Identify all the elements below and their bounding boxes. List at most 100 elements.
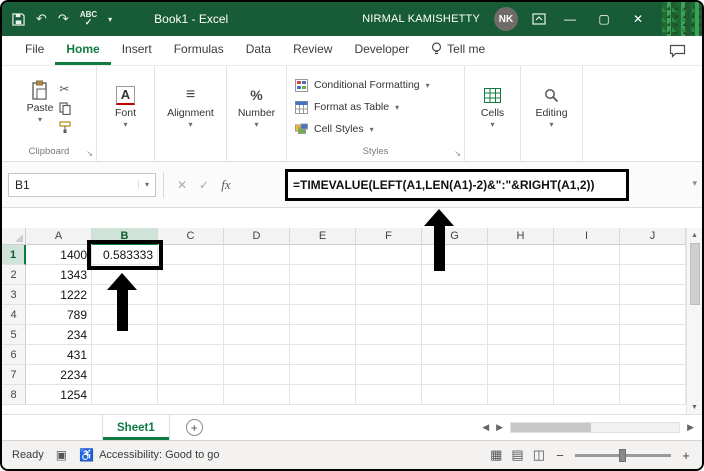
cell-a2[interactable]: 1343	[26, 265, 92, 285]
cell[interactable]	[158, 385, 224, 405]
confirm-entry-icon[interactable]: ✓	[193, 178, 215, 192]
cell[interactable]	[422, 285, 488, 305]
cell[interactable]	[290, 345, 356, 365]
cell-a7[interactable]: 2234	[26, 365, 92, 385]
avatar[interactable]: NK	[494, 7, 518, 31]
editing-button[interactable]: Editing ▾	[535, 85, 568, 129]
paste-button[interactable]: Paste ▾	[27, 80, 53, 124]
cell[interactable]	[356, 245, 422, 265]
cell[interactable]	[224, 265, 290, 285]
cell-a4[interactable]: 789	[26, 305, 92, 325]
select-all-corner[interactable]	[2, 228, 26, 245]
scroll-right-icon[interactable]: ▶	[496, 422, 503, 433]
cell-a3[interactable]: 1222	[26, 285, 92, 305]
accessibility-status[interactable]: ♿ Accessibility: Good to go	[79, 448, 219, 462]
close-button[interactable]: ✕	[628, 12, 648, 26]
horizontal-scroll-thumb[interactable]	[511, 423, 592, 432]
cell[interactable]	[488, 325, 554, 345]
cell[interactable]	[158, 325, 224, 345]
cell[interactable]	[422, 305, 488, 325]
cell[interactable]	[554, 325, 620, 345]
conditional-formatting-button[interactable]: Conditional Formatting ▾	[291, 75, 460, 96]
row-header-4[interactable]: 4	[2, 305, 26, 325]
column-header-a[interactable]: A	[26, 228, 92, 245]
cell[interactable]	[488, 245, 554, 265]
cell[interactable]	[356, 285, 422, 305]
minimize-button[interactable]: —	[560, 12, 580, 26]
cell[interactable]	[356, 265, 422, 285]
cell[interactable]	[224, 245, 290, 265]
cell[interactable]	[422, 385, 488, 405]
comments-icon[interactable]	[669, 36, 686, 65]
cell[interactable]	[224, 385, 290, 405]
cell[interactable]	[620, 265, 686, 285]
cell[interactable]	[224, 345, 290, 365]
vertical-scroll-thumb[interactable]	[689, 243, 700, 305]
cell[interactable]	[158, 345, 224, 365]
cell[interactable]	[488, 385, 554, 405]
maximize-button[interactable]: ▢	[594, 12, 614, 26]
scroll-up-icon[interactable]: ▲	[691, 228, 698, 242]
cell[interactable]	[422, 325, 488, 345]
cell[interactable]	[290, 305, 356, 325]
column-header-j[interactable]: J	[620, 228, 686, 245]
insert-function-icon[interactable]: fx	[215, 177, 237, 193]
tab-insert[interactable]: Insert	[111, 36, 163, 65]
cell[interactable]	[290, 325, 356, 345]
cell[interactable]	[158, 265, 224, 285]
cell[interactable]	[554, 385, 620, 405]
cell[interactable]	[620, 325, 686, 345]
cell-styles-button[interactable]: Cell Styles ▾	[291, 119, 460, 140]
cell-a6[interactable]: 431	[26, 345, 92, 365]
zoom-out-button[interactable]: −	[554, 448, 566, 463]
cell[interactable]	[92, 365, 158, 385]
zoom-slider-thumb[interactable]	[619, 448, 626, 462]
cell[interactable]	[290, 285, 356, 305]
cell[interactable]	[488, 365, 554, 385]
cell[interactable]	[620, 305, 686, 325]
tab-home[interactable]: Home	[55, 36, 111, 65]
cell[interactable]	[422, 345, 488, 365]
cell-a8[interactable]: 1254	[26, 385, 92, 405]
cell[interactable]	[224, 305, 290, 325]
cell[interactable]	[158, 365, 224, 385]
column-header-i[interactable]: I	[554, 228, 620, 245]
cell[interactable]	[224, 325, 290, 345]
alignment-button[interactable]: ≡ Alignment ▾	[167, 85, 214, 129]
cell[interactable]	[158, 305, 224, 325]
name-box-caret-icon[interactable]: ▾	[137, 180, 149, 189]
zoom-slider[interactable]	[575, 448, 671, 462]
scroll-left-icon[interactable]: ◀	[482, 422, 489, 433]
name-box[interactable]: B1 ▾	[8, 172, 156, 197]
sheet-tab-sheet1[interactable]: Sheet1	[102, 415, 170, 440]
column-header-f[interactable]: F	[356, 228, 422, 245]
tab-tell-me[interactable]: Tell me	[420, 36, 496, 65]
cell[interactable]	[554, 365, 620, 385]
cell[interactable]	[620, 385, 686, 405]
cell[interactable]	[356, 305, 422, 325]
tab-developer[interactable]: Developer	[343, 36, 420, 65]
undo-icon[interactable]: ↶	[36, 11, 47, 27]
copy-icon[interactable]	[59, 101, 72, 116]
cell[interactable]	[422, 365, 488, 385]
format-painter-icon[interactable]	[59, 120, 72, 135]
cell[interactable]	[92, 345, 158, 365]
expand-formula-bar-icon[interactable]: ▾	[692, 178, 697, 189]
cell[interactable]	[488, 285, 554, 305]
cell[interactable]	[158, 285, 224, 305]
cell[interactable]	[356, 385, 422, 405]
tab-review[interactable]: Review	[282, 36, 343, 65]
scroll-right-end-icon[interactable]: ▶	[687, 422, 694, 433]
cell[interactable]	[620, 365, 686, 385]
cell[interactable]	[356, 365, 422, 385]
cell[interactable]	[290, 385, 356, 405]
format-as-table-button[interactable]: Format as Table ▾	[291, 97, 460, 118]
vertical-scrollbar[interactable]: ▲ ▼	[686, 228, 702, 414]
cancel-entry-icon[interactable]: ✕	[171, 178, 193, 192]
tab-file[interactable]: File	[14, 36, 55, 65]
user-name[interactable]: NIRMAL KAMISHETTY	[362, 13, 480, 25]
scroll-down-icon[interactable]: ▼	[691, 400, 698, 414]
column-header-b[interactable]: B	[92, 228, 158, 245]
font-button[interactable]: A Font ▾	[115, 85, 136, 129]
qat-customize-caret-icon[interactable]: ▾	[108, 15, 112, 24]
